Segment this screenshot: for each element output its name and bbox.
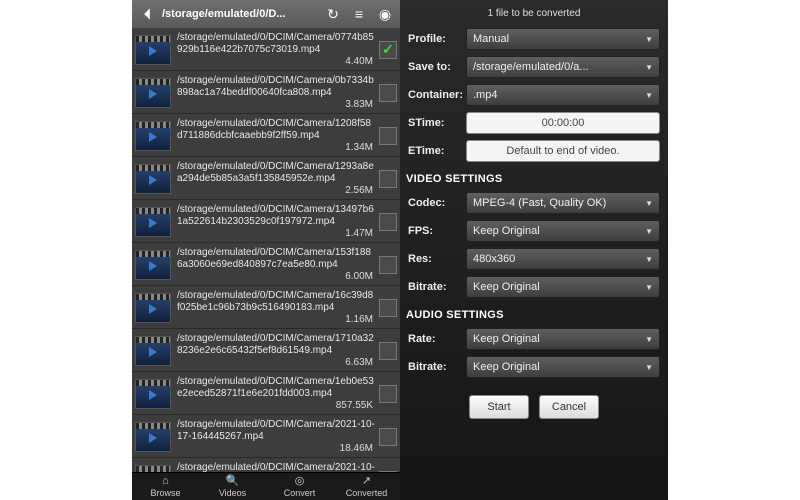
video-thumb-icon (135, 164, 171, 194)
status-text: 1 file to be converted (400, 0, 668, 25)
menu-icon[interactable]: ≡ (348, 3, 370, 25)
file-size: 6.00M (177, 271, 375, 282)
label-vcodec: Codec: (408, 197, 466, 209)
video-thumb-icon (135, 379, 171, 409)
file-checkbox[interactable] (379, 299, 397, 317)
label-container: Container: (408, 89, 466, 101)
file-name: /storage/emulated/0/DCIM/Camera/16c39d8f… (177, 290, 375, 314)
nav-videos[interactable]: 🔍Videos (199, 473, 266, 500)
bottom-nav: ⌂Browse 🔍Videos ◎Convert ↗Converted (132, 472, 400, 500)
label-res: Res: (408, 253, 466, 265)
audio-settings-header: AUDIO SETTINGS (400, 301, 668, 325)
browser-header: /storage/emulated/0/D... ↻ ≡ ◉ (132, 0, 400, 28)
file-item[interactable]: /storage/emulated/0/DCIM/Camera/2021-10-… (132, 415, 400, 458)
file-checkbox[interactable] (379, 41, 397, 59)
file-item[interactable]: /storage/emulated/0/DCIM/Camera/1208f58d… (132, 114, 400, 157)
video-thumb-icon (135, 207, 171, 237)
current-path: /storage/emulated/0/D... (162, 8, 318, 20)
label-abitrate: Bitrate: (408, 361, 466, 373)
nav-converted[interactable]: ↗Converted (333, 473, 400, 500)
video-settings-header: VIDEO SETTINGS (400, 165, 668, 189)
file-size: 2.56M (177, 185, 375, 196)
file-name: /storage/emulated/0/DCIM/Camera/1710a328… (177, 333, 375, 357)
select-abitrate[interactable]: Keep Original (466, 356, 660, 378)
select-res[interactable]: 480x360 (466, 248, 660, 270)
file-name: /storage/emulated/0/DCIM/Camera/153f1886… (177, 247, 375, 271)
cancel-button[interactable]: Cancel (539, 395, 599, 419)
label-etime: ETime: (408, 145, 466, 157)
file-item[interactable]: /storage/emulated/0/DCIM/Camera/1eb0e53e… (132, 372, 400, 415)
settings-icon[interactable]: ◉ (374, 3, 396, 25)
video-thumb-icon (135, 121, 171, 151)
file-checkbox[interactable] (379, 256, 397, 274)
back-icon[interactable] (136, 3, 158, 25)
input-etime[interactable]: Default to end of video. (466, 140, 660, 162)
label-saveto: Save to: (408, 61, 466, 73)
file-size: 857.55K (177, 400, 375, 411)
file-checkbox[interactable] (379, 84, 397, 102)
convert-settings-panel: 1 file to be converted Profile: Manual S… (400, 0, 668, 500)
label-vbitrate: Bitrate: (408, 281, 466, 293)
select-profile[interactable]: Manual (466, 28, 660, 50)
video-thumb-icon (135, 35, 171, 65)
video-thumb-icon (135, 336, 171, 366)
file-size: 1.16M (177, 314, 375, 325)
video-thumb-icon (135, 465, 171, 473)
file-checkbox[interactable] (379, 213, 397, 231)
label-arate: Rate: (408, 333, 466, 345)
video-thumb-icon (135, 293, 171, 323)
file-item[interactable]: /storage/emulated/0/DCIM/Camera/1293a8ea… (132, 157, 400, 200)
label-stime: STime: (408, 117, 466, 129)
file-browser-panel: /storage/emulated/0/D... ↻ ≡ ◉ /storage/… (132, 0, 400, 500)
file-name: /storage/emulated/0/DCIM/Camera/1208f58d… (177, 118, 375, 142)
file-checkbox[interactable] (379, 170, 397, 188)
file-checkbox[interactable] (379, 428, 397, 446)
refresh-icon[interactable]: ↻ (322, 3, 344, 25)
select-vcodec[interactable]: MPEG-4 (Fast, Quality OK) (466, 192, 660, 214)
label-fps: FPS: (408, 225, 466, 237)
file-name: /storage/emulated/0/DCIM/Camera/1293a8ea… (177, 161, 375, 185)
file-item[interactable]: /storage/emulated/0/DCIM/Camera/0774b859… (132, 28, 400, 71)
select-saveto[interactable]: /storage/emulated/0/a... (466, 56, 660, 78)
file-item[interactable]: /storage/emulated/0/DCIM/Camera/13497b61… (132, 200, 400, 243)
file-size: 18.46M (177, 443, 375, 454)
file-checkbox[interactable] (379, 385, 397, 403)
file-size: 6.63M (177, 357, 375, 368)
file-item[interactable]: /storage/emulated/0/DCIM/Camera/1710a328… (132, 329, 400, 372)
select-container[interactable]: .mp4 (466, 84, 660, 106)
file-item[interactable]: /storage/emulated/0/DCIM/Camera/153f1886… (132, 243, 400, 286)
video-thumb-icon (135, 422, 171, 452)
video-thumb-icon (135, 78, 171, 108)
nav-convert[interactable]: ◎Convert (266, 473, 333, 500)
file-name: /storage/emulated/0/DCIM/Camera/0774b859… (177, 32, 375, 56)
file-size: 1.47M (177, 228, 375, 239)
file-name: /storage/emulated/0/DCIM/Camera/13497b61… (177, 204, 375, 228)
file-size: 3.83M (177, 99, 375, 110)
label-profile: Profile: (408, 33, 466, 45)
file-item[interactable]: /storage/emulated/0/DCIM/Camera/0b7334b8… (132, 71, 400, 114)
file-item[interactable]: /storage/emulated/0/DCIM/Camera/16c39d8f… (132, 286, 400, 329)
file-name: /storage/emulated/0/DCIM/Camera/1eb0e53e… (177, 376, 375, 400)
nav-browse[interactable]: ⌂Browse (132, 473, 199, 500)
file-size: 1.34M (177, 142, 375, 153)
select-fps[interactable]: Keep Original (466, 220, 660, 242)
file-checkbox[interactable] (379, 127, 397, 145)
select-vbitrate[interactable]: Keep Original (466, 276, 660, 298)
file-name: /storage/emulated/0/DCIM/Camera/0b7334b8… (177, 75, 375, 99)
file-name: /storage/emulated/0/DCIM/Camera/2021-10-… (177, 419, 375, 443)
file-size: 4.40M (177, 56, 375, 67)
input-stime[interactable]: 00:00:00 (466, 112, 660, 134)
file-checkbox[interactable] (379, 342, 397, 360)
file-item[interactable]: /storage/emulated/0/DCIM/Camera/2021-10-… (132, 458, 400, 472)
file-name: /storage/emulated/0/DCIM/Camera/2021-10-… (177, 462, 375, 472)
select-arate[interactable]: Keep Original (466, 328, 660, 350)
video-thumb-icon (135, 250, 171, 280)
file-list[interactable]: /storage/emulated/0/DCIM/Camera/0774b859… (132, 28, 400, 472)
start-button[interactable]: Start (469, 395, 529, 419)
